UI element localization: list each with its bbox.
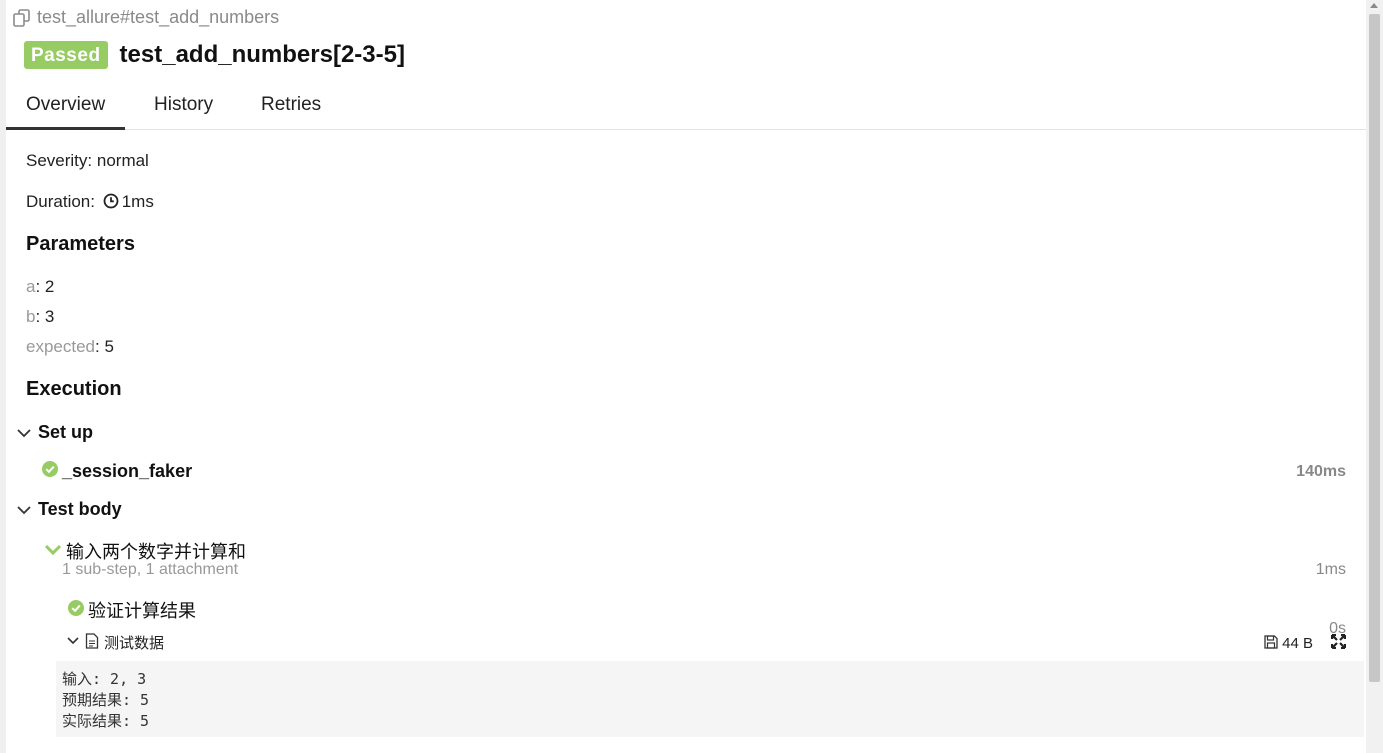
clock-icon [103, 193, 119, 214]
attachment-line: 预期结果: 5 [62, 691, 150, 709]
param-value: 5 [104, 337, 114, 356]
tab-overview[interactable]: Overview [6, 94, 126, 130]
duration-label: Duration: [26, 192, 95, 211]
check-circle-icon [68, 599, 84, 621]
chevron-down-icon [16, 425, 32, 441]
test-body-label: Test body [38, 499, 122, 519]
step-duration: 140ms [1296, 463, 1346, 480]
scroll-up-arrow-icon[interactable] [1370, 3, 1378, 8]
severity-field: Severity: normal [26, 151, 149, 171]
setup-label: Set up [38, 422, 94, 442]
param-value: 2 [44, 277, 55, 296]
tab-retries[interactable]: Retries [241, 94, 341, 129]
vertical-scrollbar[interactable] [1366, 0, 1383, 753]
duration-value: 1ms [121, 192, 154, 211]
title-row: Passed test_add_numbers[2-3-5] [24, 41, 405, 69]
severity-label: Severity: [26, 151, 93, 170]
copy-icon[interactable] [12, 8, 32, 28]
attachment-line: 实际结果: 5 [62, 712, 150, 730]
attachment-size-text: 44 B [1282, 635, 1313, 652]
setup-step-session-faker[interactable]: _session_faker [42, 461, 192, 482]
check-circle-icon [42, 461, 58, 482]
save-icon [1264, 634, 1278, 653]
expand-icon[interactable] [1330, 633, 1347, 653]
setup-group-toggle[interactable]: Set up [16, 422, 93, 443]
attachment-content: 输入: 2, 3 预期结果: 5 实际结果: 5 [56, 661, 1364, 737]
severity-value: normal [96, 151, 149, 170]
sub-step-name: 验证计算结果 [88, 601, 196, 621]
param-value: 3 [44, 307, 55, 326]
param-name: expected [26, 337, 95, 356]
chevron-down-icon [66, 634, 80, 652]
param-b: b: 3 [26, 307, 55, 326]
param-name: a [26, 277, 36, 296]
step-name: _session_faker [62, 461, 193, 481]
param-a: a: 2 [26, 277, 55, 296]
status-badge: Passed [24, 41, 108, 69]
step-summary: 1 sub-step, 1 attachment [62, 561, 239, 578]
attachment-name: 测试数据 [104, 635, 165, 652]
duration-field: Duration: 1ms [26, 192, 154, 214]
scrollbar-thumb[interactable] [1369, 14, 1380, 682]
attachment-toggle[interactable]: 测试数据 [66, 632, 164, 653]
sub-step[interactable]: 验证计算结果 [68, 597, 196, 623]
file-icon [85, 632, 99, 653]
parameters-heading: Parameters [26, 233, 135, 255]
test-body-group-toggle[interactable]: Test body [16, 499, 122, 520]
page-title: test_add_numbers[2-3-5] [119, 41, 405, 68]
breadcrumb-text: test_allure#test_add_numbers [37, 7, 280, 27]
chevron-down-icon [44, 541, 62, 562]
attachment-actions: 44 B [1264, 633, 1347, 653]
attachment-row: 测试数据 44 B [66, 632, 1347, 656]
chevron-down-icon [16, 502, 32, 518]
attachment-size[interactable]: 44 B [1264, 634, 1313, 653]
param-expected: expected: 5 [26, 337, 114, 356]
breadcrumb[interactable]: test_allure#test_add_numbers [12, 7, 279, 28]
step-duration: 1ms [1315, 561, 1346, 578]
param-name: b [26, 307, 36, 326]
tab-bar: Overview History Retries [6, 86, 1366, 130]
allure-test-page: test_allure#test_add_numbers Passed test… [0, 0, 1383, 753]
test-result-pane: test_allure#test_add_numbers Passed test… [6, 0, 1366, 753]
attachment-line: 输入: 2, 3 [62, 670, 147, 688]
execution-heading: Execution [26, 378, 122, 400]
tab-history[interactable]: History [134, 94, 233, 129]
